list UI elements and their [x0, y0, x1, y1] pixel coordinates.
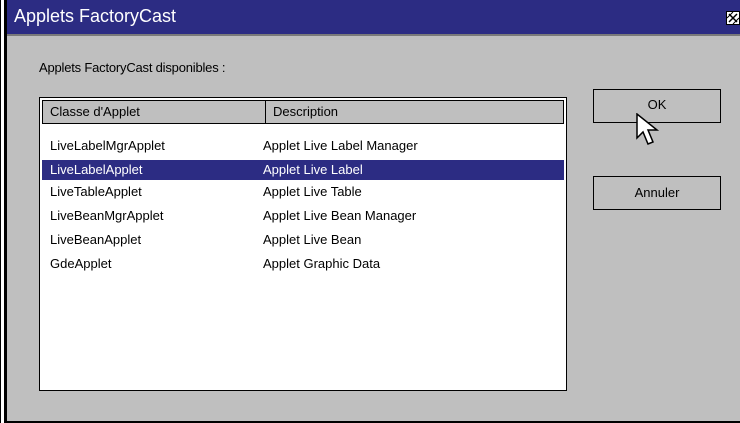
dialog-window: Applets FactoryCast Applets FactoryCast … [6, 0, 740, 423]
row-class: LiveLabelApplet [50, 162, 143, 177]
mouse-pointer-icon [635, 112, 661, 147]
list-row[interactable]: LiveTableApplet Applet Live Table [42, 182, 564, 202]
list-row[interactable]: GdeApplet Applet Graphic Data [42, 254, 564, 274]
row-description: Applet Live Bean Manager [263, 208, 417, 223]
row-description: Applet Live Table [263, 184, 362, 199]
available-applets-label: Applets FactoryCast disponibles : [39, 60, 226, 75]
frame-edge [0, 0, 1, 423]
row-description: Applet Live Label [263, 162, 363, 177]
list-row-selected[interactable]: LiveLabelApplet Applet Live Label [42, 160, 564, 180]
row-description: Applet Live Bean [263, 232, 362, 247]
list-row[interactable]: LiveLabelMgrApplet Applet Live Label Man… [42, 136, 564, 156]
row-description: Applet Graphic Data [263, 256, 381, 271]
column-header-class[interactable]: Classe d'Applet [43, 101, 266, 123]
title-bar[interactable]: Applets FactoryCast [7, 0, 740, 36]
list-header: Classe d'Applet Description [42, 100, 564, 124]
screen: Applets FactoryCast Applets FactoryCast … [0, 0, 740, 423]
row-class: LiveBeanMgrApplet [50, 208, 164, 223]
column-header-description[interactable]: Description [266, 101, 563, 123]
window-title: Applets FactoryCast [14, 6, 177, 26]
cancel-button[interactable]: Annuler [593, 176, 721, 210]
row-class: LiveBeanApplet [50, 232, 142, 247]
list-row[interactable]: LiveBeanMgrApplet Applet Live Bean Manag… [42, 206, 564, 226]
applet-list[interactable]: Classe d'Applet Description LiveLabelMgr… [39, 97, 567, 391]
list-row[interactable]: LiveBeanApplet Applet Live Bean [42, 230, 564, 250]
row-class: LiveTableApplet [50, 184, 142, 199]
close-icon[interactable] [726, 11, 740, 25]
row-class: GdeApplet [50, 256, 112, 271]
row-description: Applet Live Label Manager [263, 138, 418, 153]
row-class: LiveLabelMgrApplet [50, 138, 165, 153]
